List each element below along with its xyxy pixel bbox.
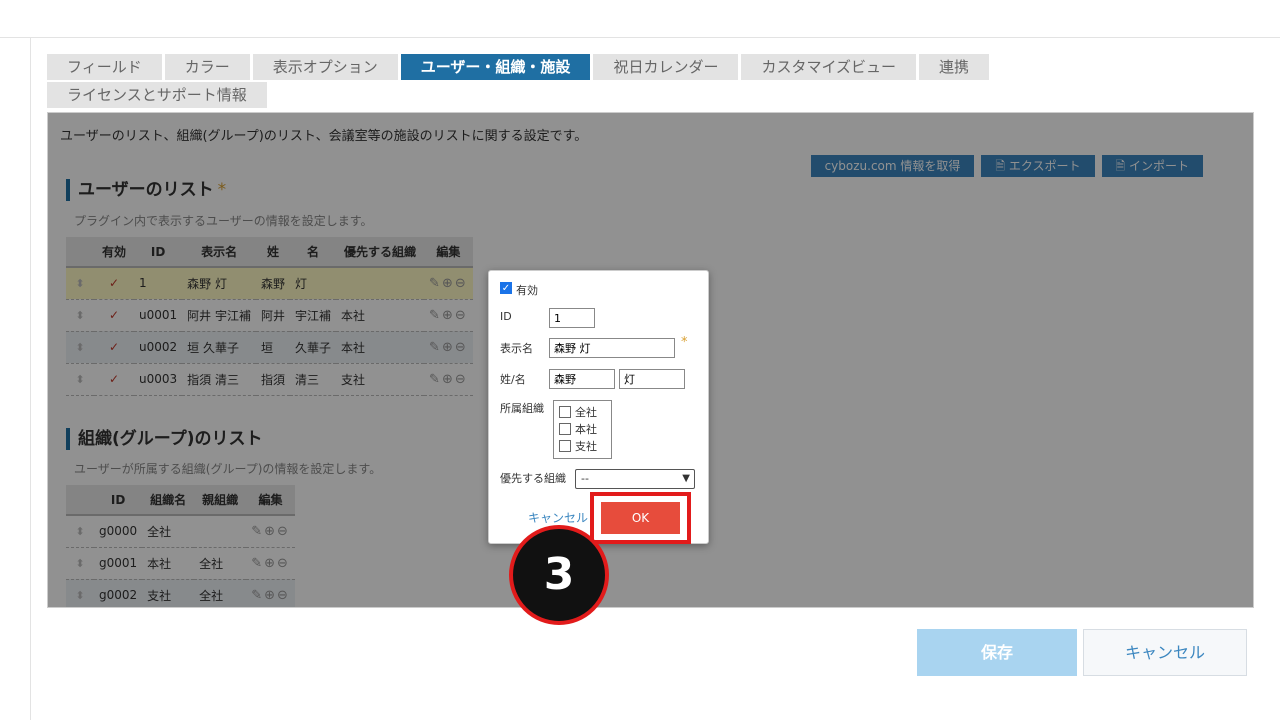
tab-holiday-calendar[interactable]: 祝日カレンダー bbox=[593, 54, 739, 80]
org-checkbox[interactable] bbox=[559, 440, 571, 452]
left-divider bbox=[30, 38, 31, 720]
tab-color[interactable]: カラー bbox=[164, 54, 250, 80]
dialog-cancel-button[interactable]: キャンセル bbox=[528, 509, 588, 526]
org-checkbox[interactable] bbox=[559, 406, 571, 418]
settings-tabs: フィールド カラー 表示オプション ユーザー・組織・施設 祝日カレンダー カスタ… bbox=[47, 54, 1037, 110]
priority-org-select[interactable]: -- ▼ bbox=[575, 469, 695, 489]
last-name-field[interactable] bbox=[549, 369, 615, 389]
ok-button[interactable]: OK bbox=[601, 502, 680, 534]
step-number-badge: 3 bbox=[509, 525, 609, 625]
display-name-field[interactable] bbox=[549, 338, 675, 358]
tab-display-options[interactable]: 表示オプション bbox=[252, 54, 398, 80]
org-option[interactable]: 支社 bbox=[559, 438, 597, 454]
display-name-label: 表示名 bbox=[500, 342, 533, 355]
org-label: 所属組織 bbox=[500, 402, 544, 415]
org-list: 全社 本社 支社 bbox=[553, 400, 612, 459]
cancel-button[interactable]: キャンセル bbox=[1083, 629, 1247, 676]
name-label: 姓/名 bbox=[500, 373, 526, 386]
tab-users-orgs-facilities[interactable]: ユーザー・組織・施設 bbox=[400, 54, 591, 80]
org-option[interactable]: 全社 bbox=[559, 404, 597, 420]
tab-license-support[interactable]: ライセンスとサポート情報 bbox=[47, 82, 267, 108]
priority-org-label: 優先する組織 bbox=[500, 472, 566, 485]
valid-checkbox[interactable]: ✓ bbox=[500, 282, 512, 294]
tab-customize-view[interactable]: カスタマイズビュー bbox=[741, 54, 917, 80]
org-option[interactable]: 本社 bbox=[559, 421, 597, 437]
valid-label: 有効 bbox=[516, 284, 538, 297]
user-edit-dialog: ✓ 有効 ID 表示名 * 姓/名 所属組織 全社 本社 支社 優先する組織 -… bbox=[488, 270, 709, 544]
id-label: ID bbox=[500, 310, 512, 323]
tab-field[interactable]: フィールド bbox=[47, 54, 162, 80]
tab-integration[interactable]: 連携 bbox=[919, 54, 990, 80]
save-button[interactable]: 保存 bbox=[917, 629, 1077, 676]
org-checkbox[interactable] bbox=[559, 423, 571, 435]
required-mark: * bbox=[681, 335, 688, 350]
header-divider bbox=[0, 37, 1280, 38]
id-field[interactable] bbox=[549, 308, 595, 328]
first-name-field[interactable] bbox=[619, 369, 685, 389]
chevron-down-icon: ▼ bbox=[682, 473, 690, 484]
